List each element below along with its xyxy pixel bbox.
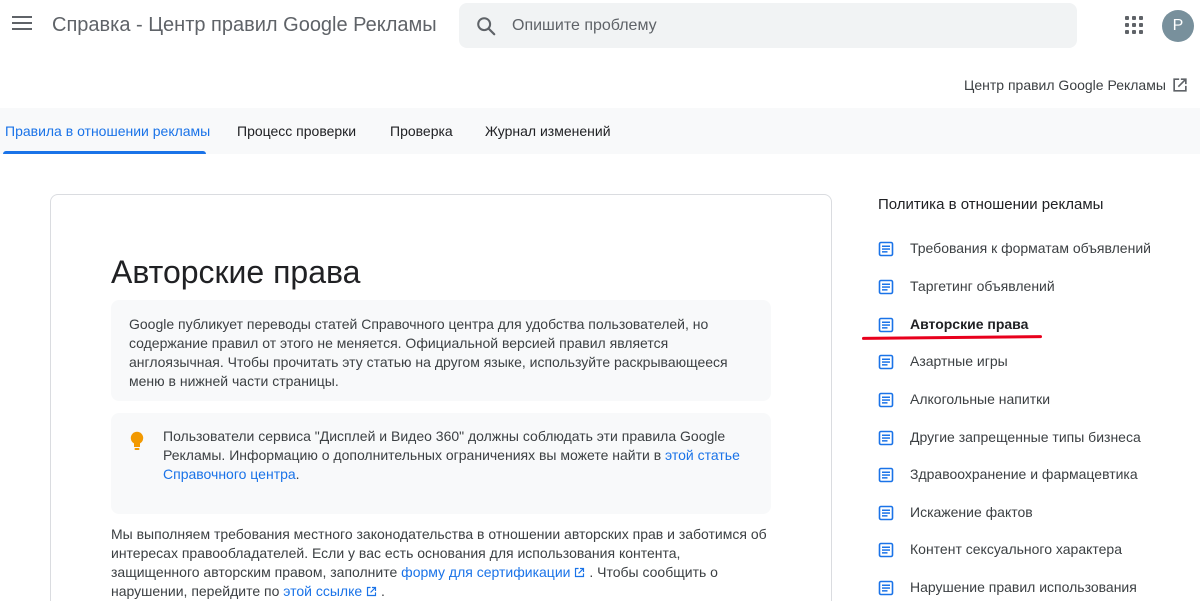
sidebar-item-alcohol[interactable]: Алкогольные напитки	[878, 388, 1178, 412]
translation-note-text: Google публикует переводы статей Справоч…	[129, 316, 728, 389]
search-box[interactable]	[459, 3, 1077, 48]
apps-grid-icon[interactable]	[1125, 16, 1143, 34]
sidebar-item-ad-formats[interactable]: Требования к форматам объявлений	[878, 237, 1178, 261]
document-icon	[878, 241, 894, 257]
avatar[interactable]: P	[1162, 10, 1194, 42]
document-icon	[878, 392, 894, 408]
menu-icon[interactable]	[12, 16, 32, 34]
dv360-note: Пользователи сервиса "Дисплей и Видео 36…	[111, 413, 771, 514]
policy-center-link[interactable]: Центр правил Google Рекламы	[964, 77, 1166, 93]
tab-change-log[interactable]: Журнал изменений	[485, 108, 611, 154]
sidebar-item-label: Авторские права	[910, 316, 1029, 332]
external-link-icon[interactable]	[366, 586, 377, 597]
search-input[interactable]	[512, 3, 1052, 48]
article-body: Мы выполняем требования местного законод…	[111, 525, 771, 601]
top-bar: Справка - Центр правил Google Рекламы P	[0, 0, 1200, 52]
document-icon	[878, 430, 894, 446]
external-link-icon[interactable]	[574, 567, 585, 578]
tab-bar: Правила в отношении рекламы Процесс пров…	[0, 108, 1200, 154]
certification-form-link-label[interactable]: форму для сертификации	[401, 564, 570, 580]
sidebar-item-label: Требования к форматам объявлений	[910, 240, 1151, 256]
certification-form-link[interactable]: форму для сертификации	[401, 564, 585, 580]
app-title[interactable]: Справка - Центр правил Google Рекламы	[52, 14, 437, 37]
article-title: Авторские права	[111, 254, 361, 290]
sidebar-item-copyright[interactable]: Авторские права	[878, 313, 1178, 337]
sidebar-item-restricted-business[interactable]: Другие запрещенные типы бизнеса	[878, 426, 1178, 450]
sidebar-item-abuse[interactable]: Нарушение правил использования	[878, 576, 1178, 600]
dv360-note-text: Пользователи сервиса "Дисплей и Видео 36…	[163, 428, 726, 463]
document-icon	[878, 542, 894, 558]
dv360-note-end: .	[295, 466, 300, 482]
document-icon	[878, 279, 894, 295]
lightbulb-icon	[130, 431, 144, 450]
tab-ad-policies[interactable]: Правила в отношении рекламы	[5, 108, 210, 154]
sidebar-title: Политика в отношении рекламы	[878, 196, 1104, 213]
sidebar-item-label: Алкогольные напитки	[910, 391, 1051, 407]
document-icon	[878, 354, 894, 370]
sidebar-item-label: Здравоохранение и фармацевтика	[910, 466, 1138, 482]
tab-review[interactable]: Проверка	[390, 108, 453, 154]
sidebar-item-label: Контент сексуального характера	[910, 541, 1122, 557]
tab-review-process[interactable]: Процесс проверки	[237, 108, 356, 154]
sidebar-item-label: Искажение фактов	[910, 504, 1033, 520]
document-icon	[878, 580, 894, 596]
open-in-new-icon[interactable]	[1170, 75, 1190, 95]
body-text-3: .	[377, 583, 385, 599]
sidebar-item-label: Таргетинг объявлений	[910, 278, 1055, 294]
search-icon[interactable]	[475, 15, 497, 37]
sidebar-item-misrepresentation[interactable]: Искажение фактов	[878, 501, 1178, 525]
sidebar-item-healthcare[interactable]: Здравоохранение и фармацевтика	[878, 463, 1178, 487]
document-icon	[878, 467, 894, 483]
sidebar-item-label: Нарушение правил использования	[910, 579, 1137, 595]
sidebar-item-sexual-content[interactable]: Контент сексуального характера	[878, 538, 1178, 562]
sidebar-item-label: Другие запрещенные типы бизнеса	[910, 429, 1141, 445]
sidebar-item-gambling[interactable]: Азартные игры	[878, 350, 1178, 374]
document-icon	[878, 317, 894, 333]
report-link[interactable]: этой ссылке	[283, 583, 377, 599]
sidebar-item-targeting[interactable]: Таргетинг объявлений	[878, 275, 1178, 299]
annotation-underline	[861, 335, 1043, 340]
translation-note: Google публикует переводы статей Справоч…	[111, 300, 771, 401]
sidebar-item-label: Азартные игры	[910, 353, 1008, 369]
report-link-label[interactable]: этой ссылке	[283, 583, 362, 599]
active-tab-indicator	[3, 151, 206, 154]
document-icon	[878, 505, 894, 521]
